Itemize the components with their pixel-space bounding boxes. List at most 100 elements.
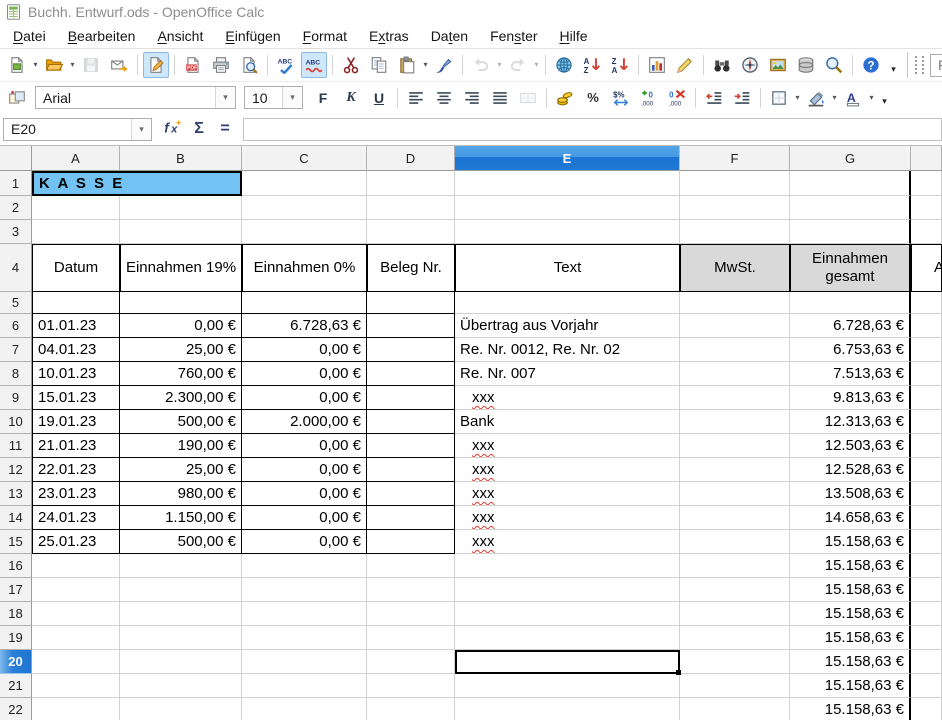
cell-F17[interactable] bbox=[680, 578, 790, 602]
cell-C3[interactable] bbox=[242, 220, 367, 244]
underline-button[interactable]: U bbox=[366, 85, 392, 111]
row-header-15[interactable]: 15 bbox=[0, 530, 32, 554]
cell-D22[interactable] bbox=[367, 698, 455, 720]
spellcheck-button[interactable]: ABC bbox=[273, 52, 299, 78]
navigator-button[interactable] bbox=[737, 52, 763, 78]
cell-E13[interactable]: xxx bbox=[455, 482, 680, 506]
font-name-combobox[interactable]: Arial ▾ bbox=[35, 86, 236, 109]
sort-descending-button[interactable]: ZA bbox=[607, 52, 633, 78]
cell-C15[interactable]: 0,00 € bbox=[242, 530, 367, 554]
cell-F12[interactable] bbox=[680, 458, 790, 482]
cell-E16[interactable] bbox=[455, 554, 680, 578]
background-color-button[interactable] bbox=[803, 85, 829, 111]
cell-H1[interactable] bbox=[911, 171, 942, 196]
menu-hilfe[interactable]: Hilfe bbox=[549, 26, 599, 46]
cell-A11[interactable]: 21.01.23 bbox=[32, 434, 120, 458]
cell-G15[interactable]: 15.158,63 € bbox=[790, 530, 911, 554]
row-header-7[interactable]: 7 bbox=[0, 338, 32, 362]
cell-H9[interactable] bbox=[911, 386, 942, 410]
cell-H8[interactable] bbox=[911, 362, 942, 386]
cell-D14[interactable] bbox=[367, 506, 455, 530]
cell-H22[interactable] bbox=[911, 698, 942, 720]
cell-A14[interactable]: 24.01.23 bbox=[32, 506, 120, 530]
borders-button[interactable] bbox=[766, 85, 792, 111]
pdf-export-button[interactable]: PDF bbox=[180, 52, 206, 78]
cell-H16[interactable] bbox=[911, 554, 942, 578]
cell-B8[interactable]: 760,00 € bbox=[120, 362, 242, 386]
cell-E12[interactable]: xxx bbox=[455, 458, 680, 482]
draw-functions-button[interactable] bbox=[672, 52, 698, 78]
cell-F7[interactable] bbox=[680, 338, 790, 362]
formula-input-line[interactable] bbox=[243, 118, 942, 141]
cell-A1-kasse[interactable]: K A S S E bbox=[32, 171, 242, 196]
cell-H17[interactable] bbox=[911, 578, 942, 602]
cell-G19[interactable]: 15.158,63 € bbox=[790, 626, 911, 650]
data-sources-button[interactable] bbox=[793, 52, 819, 78]
cell-A15[interactable]: 25.01.23 bbox=[32, 530, 120, 554]
number-standard-button[interactable]: $% bbox=[608, 85, 634, 111]
menu-bearbeiten[interactable]: Bearbeiten bbox=[57, 26, 147, 46]
cell-F1[interactable] bbox=[680, 171, 790, 196]
cell-B21[interactable] bbox=[120, 674, 242, 698]
cell-A6[interactable]: 01.01.23 bbox=[32, 314, 120, 338]
cell-A5[interactable] bbox=[32, 292, 120, 314]
row-header-22[interactable]: 22 bbox=[0, 698, 32, 720]
cell-E10[interactable]: Bank bbox=[455, 410, 680, 434]
cell-B11[interactable]: 190,00 € bbox=[120, 434, 242, 458]
row-header-10[interactable]: 10 bbox=[0, 410, 32, 434]
cell-A21[interactable] bbox=[32, 674, 120, 698]
cell-B9[interactable]: 2.300,00 € bbox=[120, 386, 242, 410]
cell-reference-value[interactable]: E20 bbox=[4, 121, 131, 137]
apply-style-button[interactable] bbox=[4, 85, 30, 111]
cell-G20[interactable]: 15.158,63 € bbox=[790, 650, 911, 674]
cell-C10[interactable]: 2.000,00 € bbox=[242, 410, 367, 434]
toolbar-overflow-button[interactable]: ▾ bbox=[887, 53, 900, 78]
cell-C13[interactable]: 0,00 € bbox=[242, 482, 367, 506]
cell-C18[interactable] bbox=[242, 602, 367, 626]
cell-D16[interactable] bbox=[367, 554, 455, 578]
function-wizard-button[interactable]: fx bbox=[160, 117, 186, 141]
cell-A13[interactable]: 23.01.23 bbox=[32, 482, 120, 506]
cell-F15[interactable] bbox=[680, 530, 790, 554]
cell-E3[interactable] bbox=[455, 220, 680, 244]
cell-G2[interactable] bbox=[790, 196, 911, 220]
column-header-C[interactable]: C bbox=[242, 146, 367, 171]
cell-A17[interactable] bbox=[32, 578, 120, 602]
add-decimal-button[interactable]: 0,000 bbox=[636, 85, 662, 111]
menu-daten[interactable]: Daten bbox=[420, 26, 479, 46]
cell-H4[interactable]: A bbox=[911, 244, 942, 292]
cell-E15[interactable]: xxx bbox=[455, 530, 680, 554]
bold-button[interactable]: F bbox=[310, 85, 336, 111]
cell-H21[interactable] bbox=[911, 674, 942, 698]
cell-E6[interactable]: Übertrag aus Vorjahr bbox=[455, 314, 680, 338]
find-replace-button[interactable] bbox=[709, 52, 735, 78]
cell-A2[interactable] bbox=[32, 196, 120, 220]
new-document-button[interactable] bbox=[4, 52, 30, 78]
help-button[interactable]: ? bbox=[858, 52, 884, 78]
cell-F8[interactable] bbox=[680, 362, 790, 386]
cell-A19[interactable] bbox=[32, 626, 120, 650]
cell-A20[interactable] bbox=[32, 650, 120, 674]
column-header-F[interactable]: F bbox=[680, 146, 790, 171]
cell-D1[interactable] bbox=[367, 171, 455, 196]
cell-H19[interactable] bbox=[911, 626, 942, 650]
cell-G11[interactable]: 12.503,63 € bbox=[790, 434, 911, 458]
cell-C12[interactable]: 0,00 € bbox=[242, 458, 367, 482]
cell-A4[interactable]: Datum bbox=[32, 244, 120, 292]
cell-H10[interactable] bbox=[911, 410, 942, 434]
cell-C11[interactable]: 0,00 € bbox=[242, 434, 367, 458]
cell-C2[interactable] bbox=[242, 196, 367, 220]
cell-D5[interactable] bbox=[367, 292, 455, 314]
cell-D7[interactable] bbox=[367, 338, 455, 362]
cell-B4[interactable]: Einnahmen 19% bbox=[120, 244, 242, 292]
cell-C1[interactable] bbox=[242, 171, 367, 196]
cell-H7[interactable] bbox=[911, 338, 942, 362]
cell-C5[interactable] bbox=[242, 292, 367, 314]
menu-fenster[interactable]: Fenster bbox=[479, 26, 548, 46]
cell-A16[interactable] bbox=[32, 554, 120, 578]
chevron-down-icon[interactable]: ▾ bbox=[215, 87, 235, 108]
find-toolbar-grip-handle[interactable] bbox=[915, 56, 924, 74]
cell-G4[interactable]: Einnahmen gesamt bbox=[790, 244, 911, 292]
email-document-button[interactable] bbox=[106, 52, 132, 78]
cell-B22[interactable] bbox=[120, 698, 242, 720]
